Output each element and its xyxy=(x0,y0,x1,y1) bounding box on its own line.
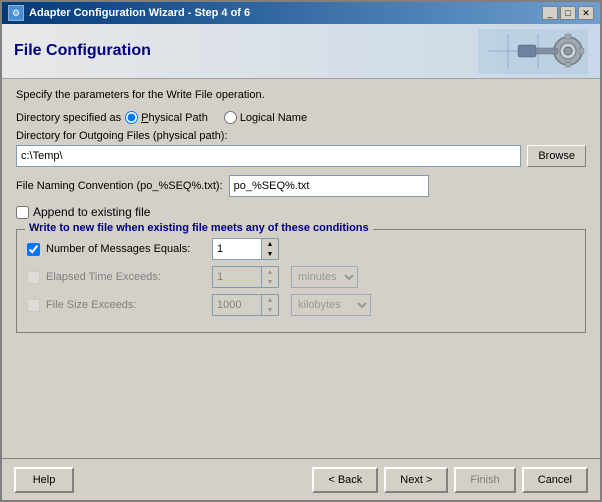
elapsed-time-checkbox[interactable] xyxy=(27,271,40,284)
num-messages-spinner: ▲ ▼ xyxy=(212,238,279,260)
back-button[interactable]: < Back xyxy=(312,467,378,493)
num-messages-row: Number of Messages Equals: ▲ ▼ xyxy=(27,238,575,260)
outgoing-dir-label: Directory for Outgoing Files (physical p… xyxy=(16,130,586,142)
logical-name-label: Logical Name xyxy=(240,112,307,124)
elapsed-time-label: Elapsed Time Exceeds: xyxy=(46,271,206,283)
elapsed-time-down: ▼ xyxy=(262,277,278,287)
file-size-checkbox[interactable] xyxy=(27,299,40,312)
num-messages-down[interactable]: ▼ xyxy=(262,249,278,259)
wizard-window: ⚙ Adapter Configuration Wizard - Step 4 … xyxy=(0,0,602,502)
physical-path-radio[interactable] xyxy=(125,111,138,124)
append-label: Append to existing file xyxy=(33,205,150,219)
file-naming-label: File Naming Convention (po_%SEQ%.txt): xyxy=(16,180,223,192)
file-size-spinner: ▲ ▼ xyxy=(212,294,279,316)
file-size-value[interactable] xyxy=(212,294,262,316)
append-checkbox-row: Append to existing file xyxy=(16,205,586,219)
file-naming-input[interactable] xyxy=(229,175,429,197)
elapsed-time-spinner: ▲ ▼ xyxy=(212,266,279,288)
footer: Help < Back Next > Finish Cancel xyxy=(2,458,600,500)
elapsed-time-row: Elapsed Time Exceeds: ▲ ▼ minutes hours … xyxy=(27,266,575,288)
page-title: File Configuration xyxy=(14,42,151,60)
num-messages-label: Number of Messages Equals: xyxy=(46,243,206,255)
file-size-row: File Size Exceeds: ▲ ▼ kilobytes megabyt… xyxy=(27,294,575,316)
file-size-up: ▲ xyxy=(262,295,278,305)
elapsed-time-unit-select[interactable]: minutes hours seconds xyxy=(291,266,358,288)
num-messages-up[interactable]: ▲ xyxy=(262,239,278,249)
file-size-label: File Size Exceeds: xyxy=(46,299,206,311)
logical-name-radio[interactable] xyxy=(224,111,237,124)
file-size-down: ▼ xyxy=(262,305,278,315)
directory-radio-group: Physical Path Logical Name xyxy=(125,111,307,124)
file-naming-row: File Naming Convention (po_%SEQ%.txt): xyxy=(16,175,586,197)
directory-specified-row: Directory specified as Physical Path Log… xyxy=(16,111,586,124)
finish-button[interactable]: Finish xyxy=(454,467,515,493)
directory-input-row: Browse xyxy=(16,145,586,167)
close-button[interactable]: ✕ xyxy=(578,6,594,20)
append-checkbox[interactable] xyxy=(16,206,29,219)
num-messages-checkbox[interactable] xyxy=(27,243,40,256)
group-box-title: Write to new file when existing file mee… xyxy=(25,222,373,234)
minimize-button[interactable]: _ xyxy=(542,6,558,20)
directory-specified-label: Directory specified as xyxy=(16,112,121,124)
conditions-group: Write to new file when existing file mee… xyxy=(16,229,586,333)
directory-input[interactable] xyxy=(16,145,521,167)
next-button[interactable]: Next > xyxy=(384,467,448,493)
physical-path-radio-label[interactable]: Physical Path xyxy=(125,111,208,124)
maximize-button[interactable]: □ xyxy=(560,6,576,20)
header-graphic xyxy=(468,29,588,74)
browse-button[interactable]: Browse xyxy=(527,145,586,167)
window-icon: ⚙ xyxy=(8,5,24,21)
elapsed-time-value[interactable] xyxy=(212,266,262,288)
logical-name-radio-label[interactable]: Logical Name xyxy=(224,111,307,124)
header-area: File Configuration xyxy=(2,24,600,79)
elapsed-time-up: ▲ xyxy=(262,267,278,277)
description-text: Specify the parameters for the Write Fil… xyxy=(16,89,586,101)
title-bar: ⚙ Adapter Configuration Wizard - Step 4 … xyxy=(2,2,600,24)
physical-path-label: Physical Path xyxy=(141,112,208,124)
cancel-button[interactable]: Cancel xyxy=(522,467,588,493)
content-area: Specify the parameters for the Write Fil… xyxy=(2,79,600,458)
file-size-unit-select[interactable]: kilobytes megabytes xyxy=(291,294,371,316)
help-button[interactable]: Help xyxy=(14,467,74,493)
window-title: Adapter Configuration Wizard - Step 4 of… xyxy=(29,7,250,19)
num-messages-value[interactable] xyxy=(212,238,262,260)
